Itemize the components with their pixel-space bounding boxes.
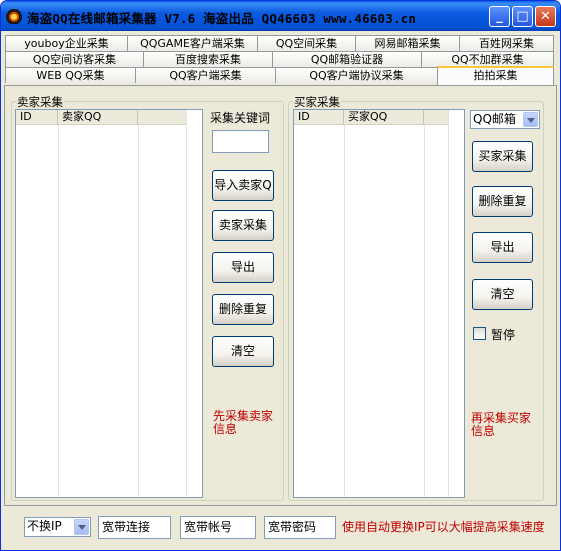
seller-export-button[interactable]: 导出 [212, 252, 274, 283]
close-button[interactable]: ✕ [535, 6, 556, 27]
tab-qqgame[interactable]: QQGAME客户端采集 [127, 35, 258, 51]
tab-web-qq[interactable]: WEB QQ采集 [5, 67, 136, 83]
seller-collect-button[interactable]: 卖家采集 [212, 210, 274, 241]
maximize-button[interactable]: □ [512, 6, 533, 27]
broadband-password-input[interactable]: 宽带密码 [264, 516, 336, 539]
seller-col-id[interactable]: ID [16, 110, 58, 125]
tab-qzone[interactable]: QQ空间采集 [257, 35, 356, 51]
tab-baixing[interactable]: 百姓网采集 [459, 35, 554, 51]
buyer-group-label: 买家采集 [293, 94, 341, 110]
buyer-hint: 再采集买家信息 [471, 411, 532, 438]
buyer-grid-line [424, 125, 425, 497]
seller-list-scrollbar[interactable] [186, 110, 202, 497]
window-title: 海盗QQ在线邮箱采集器 V7.6 海盗出品 QQ46603 www.46603.… [27, 11, 417, 26]
minimize-button[interactable]: _ [489, 6, 510, 27]
buyer-dedupe-button[interactable]: 删除重复 [472, 186, 533, 217]
tab-paipai[interactable]: 拍拍采集 [437, 66, 554, 85]
tab-youboy[interactable]: youboy企业采集 [5, 35, 128, 51]
seller-list[interactable]: ID 卖家QQ [15, 109, 203, 498]
tab-baidu-search[interactable]: 百度搜索采集 [143, 51, 273, 67]
seller-col-qq[interactable]: 卖家QQ [58, 110, 138, 125]
app-icon [6, 8, 22, 24]
seller-grid-line [58, 125, 59, 497]
seller-hint: 先采集卖家信息 [213, 409, 274, 436]
seller-group-label: 卖家采集 [16, 94, 64, 110]
pause-label: 暂停 [491, 328, 516, 342]
buyer-list-scrollbar[interactable] [448, 110, 464, 497]
chevron-down-icon[interactable] [74, 519, 89, 535]
buyer-col-id[interactable]: ID [294, 110, 344, 125]
mail-type-select[interactable]: QQ邮箱 [470, 110, 540, 129]
import-seller-button[interactable]: 导入卖家Q [212, 170, 274, 201]
broadband-account-input[interactable]: 宽带帐号 [180, 516, 256, 539]
keyword-label: 采集关键词 [210, 111, 271, 125]
tab-qq-client-protocol[interactable]: QQ客户端协议采集 [275, 67, 438, 83]
mail-type-value: QQ邮箱 [473, 112, 516, 126]
seller-list-header: ID 卖家QQ [16, 110, 188, 125]
ip-mode-select[interactable]: 不换IP [24, 517, 91, 537]
tab-qq-client[interactable]: QQ客户端采集 [135, 67, 276, 83]
seller-dedupe-button[interactable]: 删除重复 [212, 294, 274, 325]
seller-grid-line [138, 125, 139, 497]
auto-ip-notice: 使用自动更换IP可以大幅提高采集速度 [342, 520, 545, 534]
seller-col-blank[interactable] [138, 110, 188, 125]
main-window: 海盗QQ在线邮箱采集器 V7.6 海盗出品 QQ46603 www.46603.… [0, 0, 561, 551]
ip-mode-value: 不换IP [27, 519, 62, 533]
seller-clear-button[interactable]: 清空 [212, 336, 274, 367]
buyer-clear-button[interactable]: 清空 [472, 279, 533, 310]
tab-qq-no-group[interactable]: QQ不加群采集 [421, 51, 554, 67]
broadband-connection-input[interactable]: 宽带连接 [98, 516, 171, 539]
keyword-input[interactable] [212, 130, 269, 153]
buyer-list[interactable]: ID 买家QQ [293, 109, 465, 498]
title-bar[interactable]: 海盗QQ在线邮箱采集器 V7.6 海盗出品 QQ46603 www.46603.… [1, 1, 560, 31]
tab-qzone-visitors[interactable]: QQ空间访客采集 [5, 51, 144, 67]
buyer-grid-line [344, 125, 345, 497]
buyer-collect-button[interactable]: 买家采集 [472, 141, 533, 172]
buyer-export-button[interactable]: 导出 [472, 232, 533, 263]
tab-panel-paipai: 卖家采集 ID 卖家QQ 采集关键词 导入卖家Q 卖家采集 导出 删除重复 清空… [4, 85, 557, 506]
tab-netease-mail[interactable]: 网易邮箱采集 [355, 35, 460, 51]
chevron-down-icon[interactable] [523, 112, 538, 127]
tab-qq-mail-verifier[interactable]: QQ邮箱验证器 [272, 51, 422, 67]
buyer-col-qq[interactable]: 买家QQ [344, 110, 424, 125]
buyer-list-header: ID 买家QQ [294, 110, 454, 125]
pause-checkbox[interactable] [473, 327, 486, 340]
